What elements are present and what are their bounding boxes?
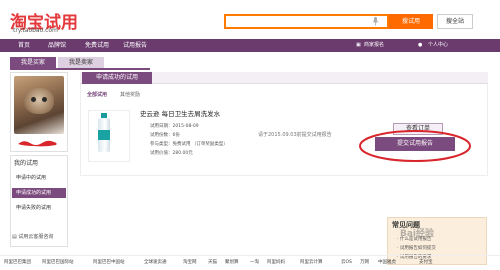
field-value: 试用价值：280.00元 bbox=[150, 151, 193, 156]
subtab-other[interactable]: 其他奖励 bbox=[120, 91, 140, 98]
tab-success-trials[interactable]: 申请成功的试用 bbox=[82, 72, 152, 84]
search-trial-button[interactable]: 搜试用 bbox=[389, 14, 433, 29]
footer-link[interactable]: 阿里妈妈 bbox=[267, 259, 285, 265]
nav-merchant-signup[interactable]: 商家报名 bbox=[364, 39, 384, 52]
cat-eye-right bbox=[42, 97, 47, 102]
report-deadline-note: 请于2015.09.03前提交试用报告 bbox=[258, 132, 332, 138]
field-date: 试用日期：2015-08-09 bbox=[150, 124, 199, 129]
faq-item-label: 试用报告如何提交 bbox=[399, 246, 436, 251]
search-site-button[interactable]: 搜全站 bbox=[437, 14, 473, 29]
field-type: 参与类型：免费试用 （订单奖励类型） bbox=[150, 142, 228, 147]
customer-service-link[interactable]: ▤ 试用云客服咨询 bbox=[12, 233, 53, 240]
microphone-icon[interactable] bbox=[372, 17, 379, 26]
footer-link[interactable]: 阿里巴巴集团 bbox=[4, 259, 31, 265]
cat-face bbox=[24, 88, 54, 114]
customer-service-label: 试用云客服咨询 bbox=[18, 234, 54, 240]
product-title[interactable]: 史云逊 每日卫生去屑洗发水 bbox=[140, 108, 220, 118]
username-scribble bbox=[18, 140, 57, 147]
site-url: try.taobao.com bbox=[13, 27, 58, 34]
footer-link[interactable]: 一淘 bbox=[250, 259, 259, 265]
footer-link[interactable]: 阿里巴巴国际站 bbox=[42, 259, 74, 265]
footer-link[interactable]: 聚划算 bbox=[225, 259, 239, 265]
footer-link[interactable]: 云OS bbox=[341, 259, 352, 265]
nav-free-trial[interactable]: 免费试用 bbox=[85, 39, 109, 52]
cat-eye-left bbox=[31, 97, 36, 102]
menu-item-failed[interactable]: 申请失败的试用 bbox=[12, 203, 66, 213]
footer-link[interactable]: 天猫 bbox=[208, 259, 217, 265]
nav-home[interactable]: 首页 bbox=[18, 39, 30, 52]
footer-link[interactable]: 阿里云计算 bbox=[300, 259, 323, 265]
subtab-all[interactable]: 全部试用 bbox=[87, 91, 107, 98]
footer-divider bbox=[0, 255, 500, 256]
top-nav bbox=[0, 39, 500, 52]
merchant-icon: ▣ bbox=[356, 42, 361, 48]
nav-trial-report[interactable]: 试用报告 bbox=[123, 39, 147, 52]
menu-title: 我的试用 bbox=[14, 160, 39, 167]
faq-item[interactable]: · 试用报告如何提交 bbox=[397, 245, 436, 251]
red-annotation-circle bbox=[359, 130, 471, 162]
footer-link[interactable]: 阿里巴巴中国站 bbox=[93, 259, 125, 265]
menu-item-success[interactable]: 申请成功的试用 bbox=[12, 188, 66, 198]
watermark: Bai经验 bbox=[400, 229, 435, 239]
footer-link[interactable]: 淘宝网 bbox=[183, 259, 197, 265]
footer-link[interactable]: 万网 bbox=[360, 259, 369, 265]
tab-underline bbox=[10, 68, 150, 70]
footer-link[interactable]: 全球速卖通 bbox=[144, 259, 167, 265]
nav-brand[interactable]: 品牌馆 bbox=[48, 39, 66, 52]
user-icon: ● bbox=[418, 42, 423, 48]
menu-item-applying[interactable]: 申请中的试用 bbox=[12, 173, 66, 183]
footer-link[interactable]: 中国雅虎 bbox=[378, 259, 396, 265]
search-input[interactable] bbox=[224, 14, 389, 29]
tab-buyer[interactable]: 我是买家 bbox=[10, 57, 56, 68]
footer-link[interactable]: 支付宝 bbox=[419, 259, 433, 265]
nav-personal-center[interactable]: 个人中心 bbox=[428, 39, 448, 52]
tab-seller[interactable]: 我是卖家 bbox=[58, 57, 104, 68]
field-quantity: 试用份数：6份 bbox=[150, 133, 180, 138]
bottle-label bbox=[98, 130, 110, 140]
